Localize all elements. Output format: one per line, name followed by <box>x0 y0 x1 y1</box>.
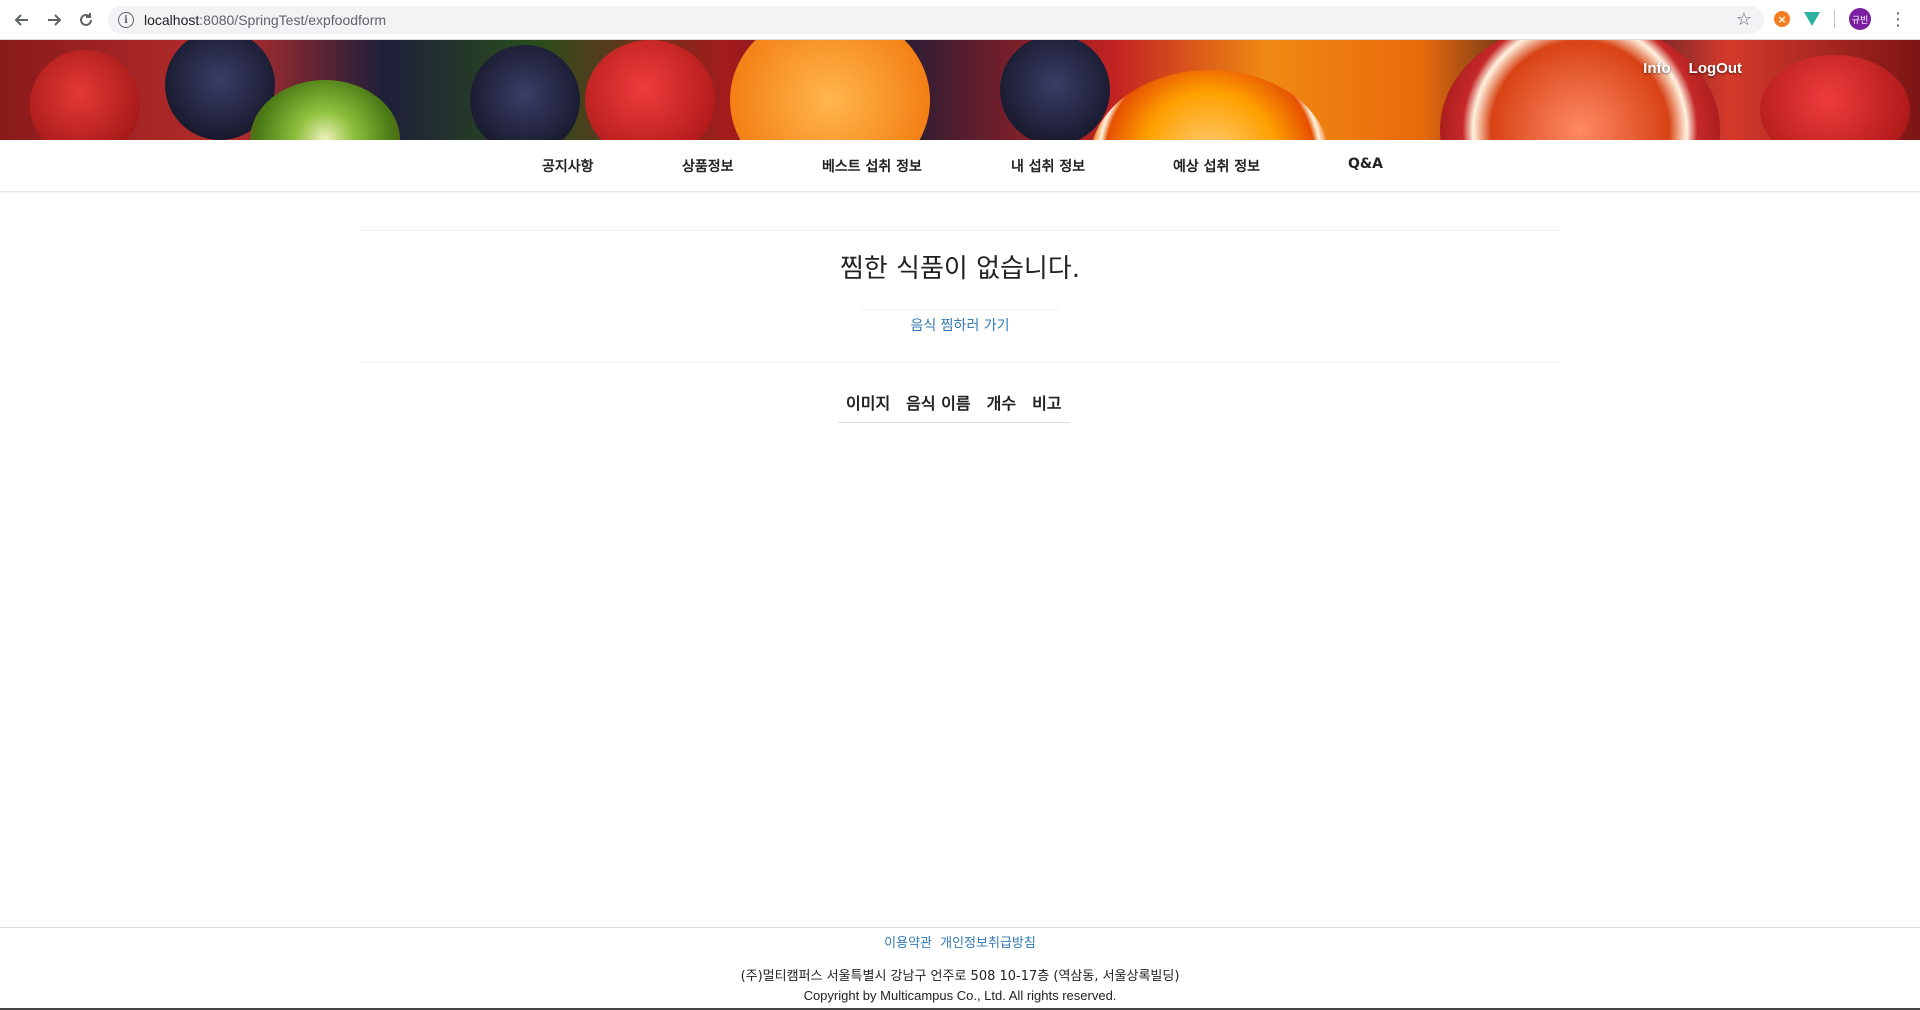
footer-links: 이용약관 개인정보취급방침 <box>0 932 1920 951</box>
nav-item-qna[interactable]: Q&A <box>1348 156 1383 172</box>
blackberry-image <box>1000 40 1110 140</box>
url-path: :8080/SpringTest/expfoodform <box>199 12 387 28</box>
nav-item-best-intake[interactable]: 베스트 섭취 정보 <box>822 156 922 176</box>
column-header-count: 개수 <box>986 394 1017 413</box>
column-header-food-name: 음식 이름 <box>906 394 971 413</box>
blackberry-image <box>470 45 580 140</box>
toolbar-divider <box>1834 10 1835 28</box>
table-header-row: 이미지 음식 이름 개수 비고 <box>838 390 1070 423</box>
logout-link[interactable]: LogOut <box>1689 60 1742 77</box>
bookmark-star-icon[interactable]: ☆ <box>1736 9 1752 30</box>
strawberry-image <box>30 50 140 140</box>
divider <box>360 230 1560 231</box>
orange-slice-image <box>1090 70 1330 140</box>
header-banner: Info LogOut <box>0 40 1920 140</box>
divider <box>861 309 1059 310</box>
grapefruit-image <box>1440 40 1720 140</box>
nav-item-my-intake[interactable]: 내 섭취 정보 <box>1011 156 1085 176</box>
address-bar[interactable]: i localhost:8080/SpringTest/expfoodform … <box>108 6 1764 34</box>
nav-item-notice[interactable]: 공지사항 <box>542 156 594 176</box>
copyright-text: Copyright by Multicampus Co., Ltd. All r… <box>803 988 1117 1003</box>
empty-wishlist-message: 찜한 식품이 없습니다. <box>839 254 1081 284</box>
browser-toolbar: i localhost:8080/SpringTest/expfoodform … <box>0 0 1920 40</box>
wishlist-table: 이미지 음식 이름 개수 비고 <box>838 390 1070 423</box>
page-footer: 이용약관 개인정보취급방침 (주)멀티캠퍼스 서울특별시 강남구 언주로 508… <box>0 927 1920 1010</box>
privacy-policy-link[interactable]: 개인정보취급방침 <box>940 936 1036 951</box>
reload-icon[interactable] <box>70 4 102 36</box>
nav-item-product-info[interactable]: 상품정보 <box>682 156 734 176</box>
site-info-icon[interactable]: i <box>118 12 134 28</box>
forward-arrow-icon[interactable] <box>38 4 70 36</box>
divider <box>360 362 1560 363</box>
header-links: Info LogOut <box>1643 60 1742 77</box>
strawberry-image <box>585 40 715 140</box>
vue-devtools-icon[interactable] <box>1804 12 1820 26</box>
info-link[interactable]: Info <box>1643 60 1671 77</box>
company-address: (주)멀티캠퍼스 서울특별시 강남구 언주로 508 10-17층 (역삼동, … <box>740 969 1180 984</box>
profile-avatar[interactable]: 규빈 <box>1849 8 1871 30</box>
browser-menu-icon[interactable]: ⋮ <box>1889 9 1907 30</box>
orange-image <box>730 40 930 140</box>
extension-icon[interactable]: × <box>1774 11 1790 27</box>
nav-item-expected-intake[interactable]: 예상 섭취 정보 <box>1173 156 1260 176</box>
back-arrow-icon[interactable] <box>6 4 38 36</box>
go-wishlist-food-link[interactable]: 음식 찜하러 가기 <box>0 315 1920 335</box>
main-navigation: 공지사항 상품정보 베스트 섭취 정보 내 섭취 정보 예상 섭취 정보 Q&A <box>0 140 1920 192</box>
extensions-area: × 규빈 ⋮ <box>1774 8 1907 30</box>
terms-link[interactable]: 이용약관 <box>884 936 932 951</box>
column-header-image: 이미지 <box>846 394 891 413</box>
url-text: localhost:8080/SpringTest/expfoodform <box>144 12 386 28</box>
strawberry-image <box>1760 55 1910 140</box>
url-host: localhost <box>144 12 200 28</box>
column-header-note: 비고 <box>1032 394 1062 413</box>
